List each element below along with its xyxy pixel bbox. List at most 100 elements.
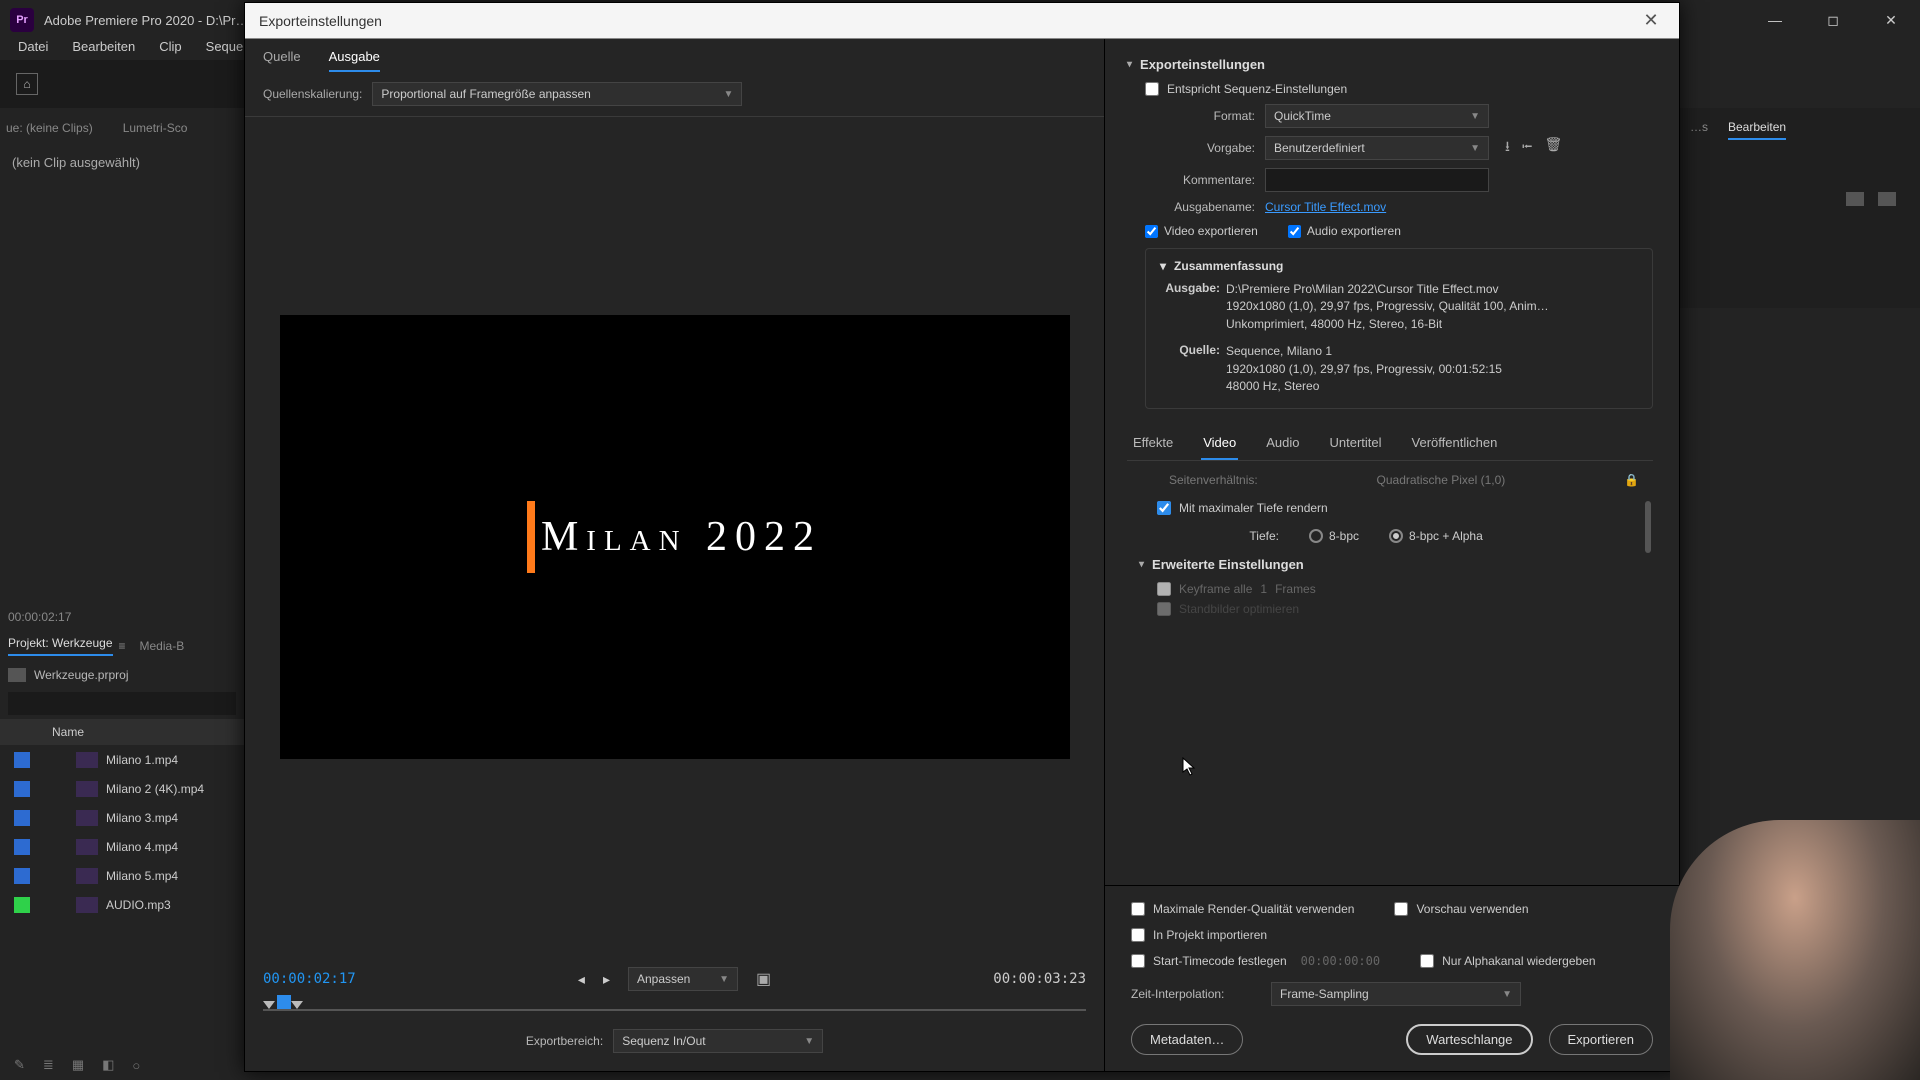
project-file-row[interactable]: Milano 2 (4K).mp4 [0, 774, 244, 803]
scrollbar-thumb[interactable] [1645, 501, 1651, 553]
project-file-row[interactable]: Milano 1.mp4 [0, 745, 244, 774]
time-interpolation-label: Zeit-Interpolation: [1131, 987, 1261, 1001]
keyframe-label: Keyframe alle [1179, 582, 1252, 596]
source-scaling-select[interactable]: Proportional auf Framegröße anpassen ▼ [372, 82, 742, 106]
use-previews-checkbox[interactable] [1394, 902, 1408, 916]
dialog-close-button[interactable]: ✕ [1637, 7, 1665, 35]
tool-icon[interactable]: ✎ [14, 1057, 25, 1073]
menu-edit[interactable]: Bearbeiten [60, 35, 147, 58]
source-panel-tab[interactable]: ue: (keine Clips) [6, 121, 93, 135]
comments-input[interactable] [1265, 168, 1489, 192]
export-audio-checkbox[interactable] [1288, 225, 1301, 238]
project-file-row[interactable]: Milano 5.mp4 [0, 861, 244, 890]
max-depth-checkbox[interactable] [1157, 501, 1171, 515]
chevron-down-icon: ▼ [804, 1036, 814, 1047]
export-video-checkbox[interactable] [1145, 225, 1158, 238]
folder-icon[interactable] [1846, 192, 1864, 206]
edit-workspace-tab[interactable]: Bearbeiten [1728, 120, 1786, 140]
aspect-crop-icon[interactable]: ▣ [756, 969, 771, 989]
save-preset-icon[interactable]: ⭳ [1505, 136, 1510, 160]
project-file-name: Werkzeuge.prproj [34, 668, 129, 682]
tab-output[interactable]: Ausgabe [329, 49, 380, 72]
fit-select[interactable]: Anpassen ▼ [628, 967, 738, 991]
out-point-marker[interactable] [291, 1001, 303, 1009]
format-label: Format: [1145, 109, 1255, 123]
file-name: Milano 5.mp4 [106, 869, 178, 883]
app-logo: Pr [10, 8, 34, 32]
preset-value: Benutzerdefiniert [1274, 141, 1365, 155]
chevron-down-icon: ▼ [719, 974, 729, 985]
column-name-header[interactable]: Name [0, 719, 244, 745]
format-select[interactable]: QuickTime ▼ [1265, 104, 1489, 128]
lumetri-tab[interactable]: Lumetri-Sco [123, 121, 188, 135]
depth-8bpc-radio[interactable]: 8-bpc [1309, 529, 1359, 543]
tab-publish[interactable]: Veröffentlichen [1410, 427, 1500, 460]
label-color-badge [14, 897, 30, 913]
lock-icon[interactable]: 🔒 [1624, 473, 1639, 487]
tab-effects[interactable]: Effekte [1131, 427, 1175, 460]
source-timecode: 00:00:02:17 [8, 610, 71, 624]
export-settings-dialog: Exporteinstellungen ✕ Quelle Ausgabe Que… [244, 2, 1680, 1072]
chevron-down-icon[interactable]: ▾ [1160, 259, 1166, 273]
time-interpolation-select[interactable]: Frame-Sampling ▼ [1271, 982, 1521, 1006]
dialog-title: Exporteinstellungen [259, 13, 382, 29]
output-name-link[interactable]: Cursor Title Effect.mov [1265, 200, 1386, 214]
cursor-bar-graphic [527, 501, 535, 573]
depth-label: Tiefe: [1229, 529, 1279, 543]
delete-preset-icon[interactable]: 🗑 [1544, 136, 1562, 160]
tab-audio[interactable]: Audio [1264, 427, 1301, 460]
metadata-button[interactable]: Metadaten… [1131, 1024, 1243, 1055]
freeform-view-icon[interactable]: ◧ [102, 1057, 114, 1073]
media-browser-tab[interactable]: Media-B [140, 639, 185, 653]
playhead[interactable] [277, 995, 291, 1009]
preview-timeline[interactable] [263, 995, 1086, 1021]
import-into-project-checkbox[interactable] [1131, 928, 1145, 942]
home-icon[interactable]: ⌂ [16, 73, 38, 95]
aspect-ratio-label: Seitenverhältnis: [1169, 473, 1258, 487]
chevron-down-icon[interactable]: ▾ [1127, 59, 1132, 70]
label-color-badge [14, 839, 30, 855]
new-item-icon[interactable] [1878, 192, 1896, 206]
play-forward-icon[interactable]: ▸ [603, 971, 610, 988]
file-name: Milano 3.mp4 [106, 811, 178, 825]
zoom-slider-icon[interactable]: ○ [132, 1058, 140, 1073]
summary-title: Zusammenfassung [1174, 259, 1283, 273]
clip-thumb-icon [76, 897, 98, 913]
chevron-down-icon[interactable]: ▾ [1139, 559, 1144, 570]
project-tab[interactable]: Projekt: Werkzeuge [8, 636, 113, 656]
queue-button[interactable]: Warteschlange [1406, 1024, 1532, 1055]
clip-thumb-icon [76, 839, 98, 855]
preview-current-timecode[interactable]: 00:00:02:17 [263, 971, 356, 987]
format-value: QuickTime [1274, 109, 1331, 123]
icon-view-icon[interactable]: ▦ [72, 1057, 84, 1073]
file-name: Milano 1.mp4 [106, 753, 178, 767]
panel-menu-icon[interactable]: ≡ [119, 639, 126, 653]
export-button[interactable]: Exportieren [1549, 1024, 1653, 1055]
preset-select[interactable]: Benutzerdefiniert ▼ [1265, 136, 1489, 160]
depth-8bpc-alpha-radio[interactable]: 8-bpc + Alpha [1389, 529, 1483, 543]
clip-thumb-icon [76, 781, 98, 797]
import-preset-icon[interactable]: ⭰ [1522, 136, 1533, 160]
menu-file[interactable]: Datei [6, 35, 60, 58]
clip-thumb-icon [76, 752, 98, 768]
optimize-stills-checkbox [1157, 602, 1171, 616]
list-view-icon[interactable]: ≣ [43, 1057, 54, 1073]
project-file-row[interactable]: Milano 3.mp4 [0, 803, 244, 832]
project-file-row[interactable]: Milano 4.mp4 [0, 832, 244, 861]
preset-label: Vorgabe: [1145, 141, 1255, 155]
set-start-timecode-checkbox[interactable] [1131, 954, 1145, 968]
project-file-row[interactable]: AUDIO.mp3 [0, 890, 244, 919]
in-point-marker[interactable] [263, 1001, 275, 1009]
tab-video[interactable]: Video [1201, 427, 1238, 460]
match-sequence-checkbox[interactable] [1145, 82, 1159, 96]
max-render-quality-checkbox[interactable] [1131, 902, 1145, 916]
bin-icon [8, 668, 26, 682]
tab-captions[interactable]: Untertitel [1328, 427, 1384, 460]
alpha-only-checkbox[interactable] [1420, 954, 1434, 968]
export-range-select[interactable]: Sequenz In/Out ▼ [613, 1029, 823, 1053]
play-backward-icon[interactable]: ◂ [578, 971, 585, 988]
effects-panel-tab[interactable]: …s [1690, 120, 1708, 140]
menu-clip[interactable]: Clip [147, 35, 193, 58]
tab-source[interactable]: Quelle [263, 49, 301, 72]
project-search-input[interactable] [8, 692, 236, 715]
